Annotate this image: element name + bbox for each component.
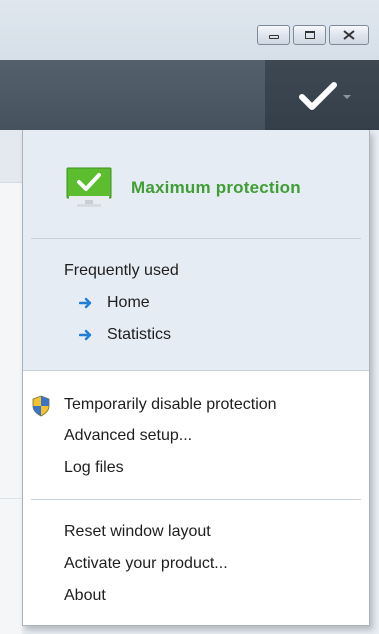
menu-item-log-files[interactable]: Log files <box>64 459 124 477</box>
menu-item-statistics[interactable]: Statistics <box>79 326 171 344</box>
protection-dropdown-menu: Maximum protection Frequently used Home … <box>22 130 370 626</box>
maximize-button[interactable] <box>293 25 326 45</box>
frequently-used-heading: Frequently used <box>64 262 179 279</box>
menu-item-advanced-setup[interactable]: Advanced setup... <box>64 427 192 445</box>
minimize-icon <box>268 35 279 39</box>
window-controls <box>257 25 369 45</box>
menu-separator <box>31 499 361 500</box>
checkmark-icon <box>299 82 337 110</box>
arrow-right-icon <box>79 297 92 309</box>
window-titlebar <box>0 0 379 60</box>
menu-item-about[interactable]: About <box>64 587 106 605</box>
menu-status-section: Maximum protection Frequently used Home … <box>23 130 369 371</box>
menu-item-disable-protection[interactable]: Temporarily disable protection <box>64 396 277 414</box>
main-toolbar <box>0 60 379 130</box>
menu-item-reset-layout[interactable]: Reset window layout <box>64 523 211 541</box>
chevron-down-icon <box>343 95 351 99</box>
protection-status-label: Maximum protection <box>131 178 301 197</box>
close-icon <box>343 30 355 40</box>
protection-status: Maximum protection <box>65 164 301 212</box>
maximize-icon <box>304 31 315 39</box>
menu-item-home[interactable]: Home <box>79 294 150 312</box>
minimize-button[interactable] <box>257 25 290 45</box>
protection-status-menu-button[interactable] <box>265 60 379 130</box>
menu-item-activate-product[interactable]: Activate your product... <box>64 555 228 573</box>
uac-shield-icon <box>32 395 50 417</box>
main-window-edge <box>0 130 22 634</box>
menu-item-label: Home <box>107 294 150 311</box>
close-button[interactable] <box>329 25 369 45</box>
menu-item-label: Statistics <box>107 326 172 343</box>
menu-separator <box>31 238 361 239</box>
monitor-check-icon <box>66 167 112 207</box>
arrow-right-icon <box>79 329 92 341</box>
